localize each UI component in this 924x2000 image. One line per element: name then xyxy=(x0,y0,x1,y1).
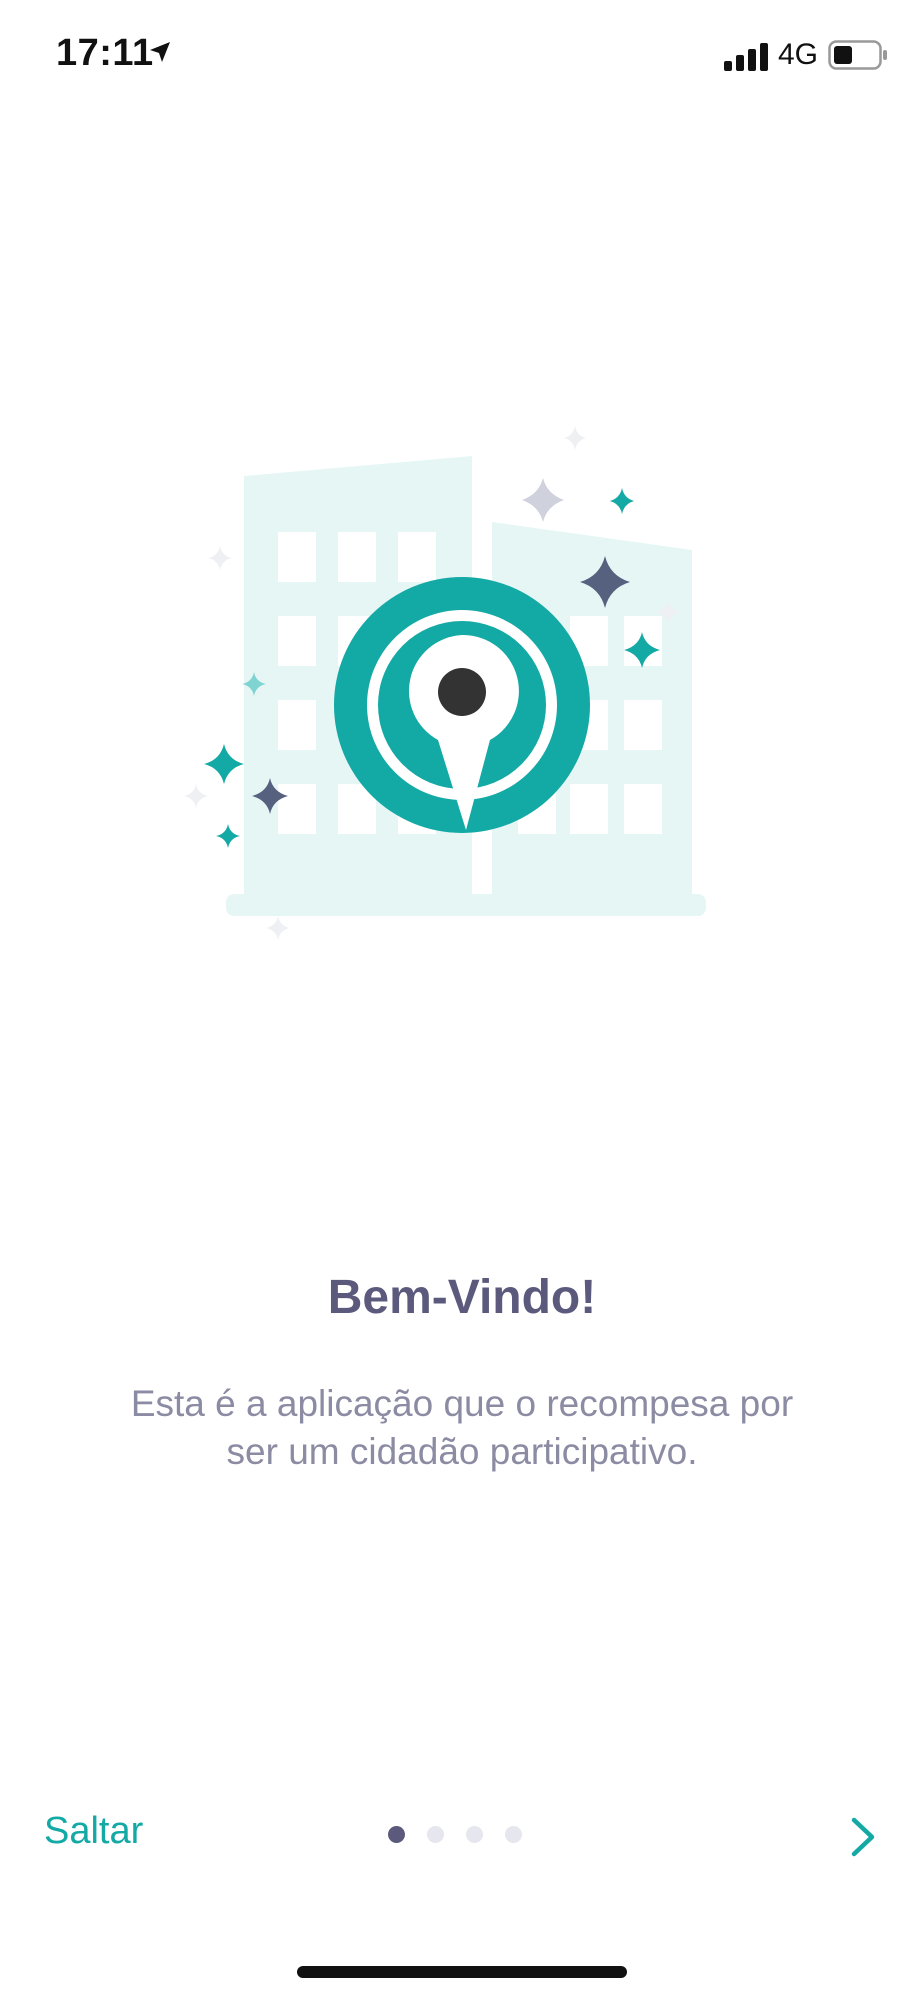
ground xyxy=(226,894,706,916)
location-pin-logo-icon xyxy=(334,577,590,833)
welcome-description: Esta é a aplicação que o recompesa por s… xyxy=(130,1383,794,1472)
network-label: 4G xyxy=(778,38,819,71)
skip-button[interactable]: Saltar xyxy=(44,1810,143,1853)
welcome-title: Bem-Vindo! xyxy=(327,1271,597,1324)
home-indicator xyxy=(297,1966,627,1978)
page-dot-3[interactable] xyxy=(466,1826,483,1843)
status-time: 17:11 xyxy=(56,32,154,74)
page-dot-4[interactable] xyxy=(505,1826,522,1843)
next-button[interactable] xyxy=(842,1812,882,1862)
page-dot-2[interactable] xyxy=(427,1826,444,1843)
welcome-illustration xyxy=(184,426,706,940)
cellular-signal-icon xyxy=(724,43,768,71)
chevron-right-icon xyxy=(851,1817,875,1857)
status-bar: 17:11 4G xyxy=(0,0,924,110)
page-indicator xyxy=(388,1826,522,1848)
page-dot-1[interactable] xyxy=(388,1826,405,1843)
location-arrow-icon xyxy=(150,42,170,62)
battery-icon xyxy=(828,40,887,70)
